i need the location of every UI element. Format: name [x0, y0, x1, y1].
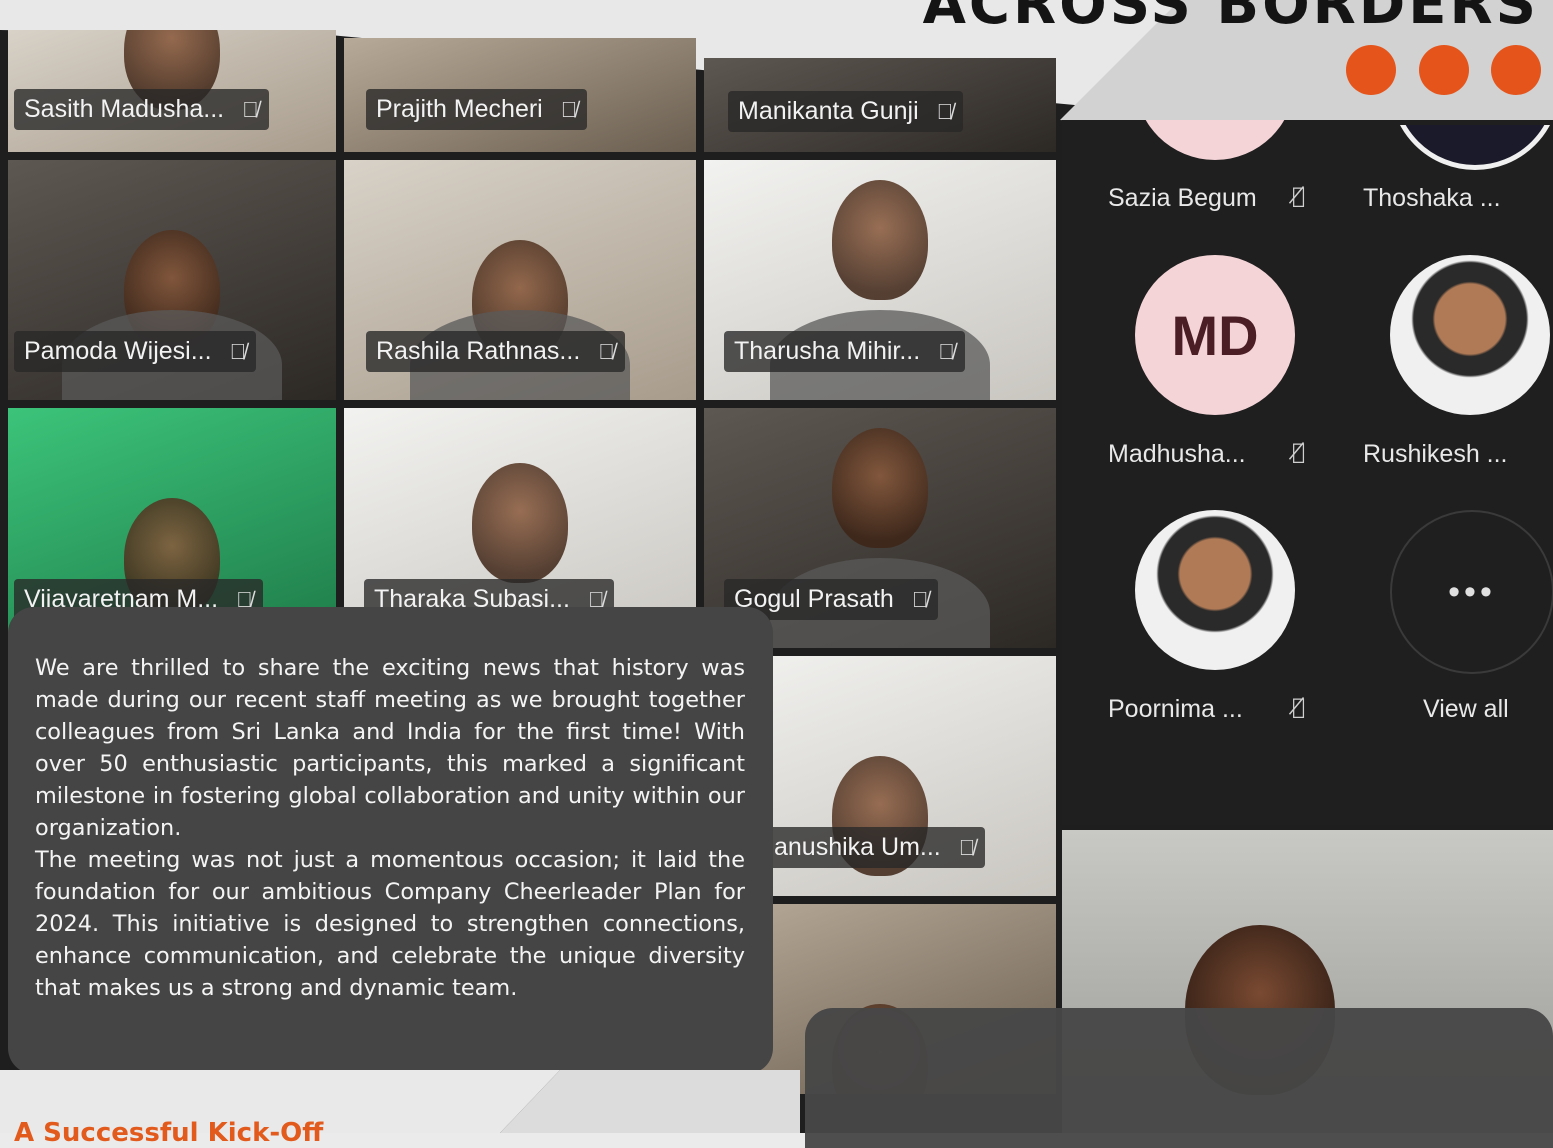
article-card: We are thrilled to share the exciting ne…	[8, 607, 773, 1074]
page-title: ACROSS BORDERS	[922, 0, 1539, 37]
participant-nametag: Rashila Rathnas... 🎙̸	[366, 331, 625, 372]
mic-muted-icon: 🎙̸	[938, 339, 955, 364]
mic-muted-icon: 🎙̸	[936, 99, 954, 124]
more-icon: •••	[1448, 572, 1496, 611]
video-tile: Manikanta Gunji 🎙̸	[704, 58, 1056, 152]
video-tile: Sasith Madusha... 🎙̸	[8, 30, 336, 152]
video-tile: Rashila Rathnas... 🎙̸	[344, 160, 696, 400]
more-participants-button[interactable]: •••	[1390, 510, 1553, 674]
accent-dot	[1419, 45, 1469, 95]
participant-nametag: Sasith Madusha... 🎙̸	[14, 89, 269, 130]
avatar	[1135, 510, 1295, 670]
video-tile: Pamoda Wijesi... 🎙̸	[8, 160, 336, 400]
participant-nametag: anushika Um... 🎙̸	[764, 827, 986, 868]
article-paragraph: We are thrilled to share the exciting ne…	[35, 655, 745, 841]
accent-dot	[1491, 45, 1541, 95]
view-all-button[interactable]: View all	[1423, 695, 1509, 724]
section-heading: A Successful Kick-Off	[14, 1118, 324, 1148]
participant-nametag: Manikanta Gunji 🎙̸	[728, 91, 964, 132]
participant-name: Pamoda Wijesi...	[24, 337, 212, 365]
avatar: MD	[1135, 255, 1295, 415]
participant-name: Sasith Madusha...	[24, 95, 225, 123]
participant-name: Poornima ...	[1108, 695, 1243, 723]
overlay-card	[805, 1008, 1553, 1148]
avatar	[1390, 255, 1550, 415]
mic-muted-icon: 🎙̸	[229, 339, 247, 364]
mic-muted-icon: 🎙̸	[958, 835, 976, 860]
mic-muted-icon: 🎙̸	[598, 339, 615, 364]
mic-muted-icon: 🎙̸	[911, 587, 929, 612]
mic-muted-icon: 🎙̸	[242, 97, 259, 122]
participant-name: Sazia Begum	[1108, 184, 1257, 212]
participant-name: anushika Um...	[774, 833, 941, 861]
accent-dot	[1346, 45, 1396, 95]
participant-nametag: Prajith Mecheri 🎙̸	[366, 89, 588, 130]
participant-name: Rashila Rathnas...	[376, 337, 581, 365]
participant-name: Manikanta Gunji	[738, 97, 919, 125]
avatar-initials: MD	[1171, 303, 1259, 367]
participant-name: Madhusha...	[1108, 440, 1246, 468]
participant-name: Tharusha Mihir...	[734, 337, 921, 365]
article-paragraph: The meeting was not just a momentous occ…	[35, 847, 745, 1001]
participant-nametag: Tharusha Mihir... 🎙̸	[724, 331, 965, 372]
video-tile: Tharusha Mihir... 🎙̸	[704, 160, 1056, 400]
mic-muted-icon: 🎙̸	[560, 97, 578, 122]
mic-muted-icon: 🎙̸	[1292, 440, 1306, 465]
video-tile: Prajith Mecheri 🎙̸	[344, 38, 696, 152]
participant-name: Thoshaka ...	[1363, 184, 1501, 212]
participant-name: Prajith Mecheri	[376, 95, 543, 123]
participant-name: Rushikesh ...	[1363, 440, 1508, 468]
mic-muted-icon: 🎙̸	[1292, 184, 1306, 209]
mic-muted-icon: 🎙̸	[1292, 695, 1306, 720]
participant-nametag: Pamoda Wijesi... 🎙̸	[14, 331, 257, 372]
